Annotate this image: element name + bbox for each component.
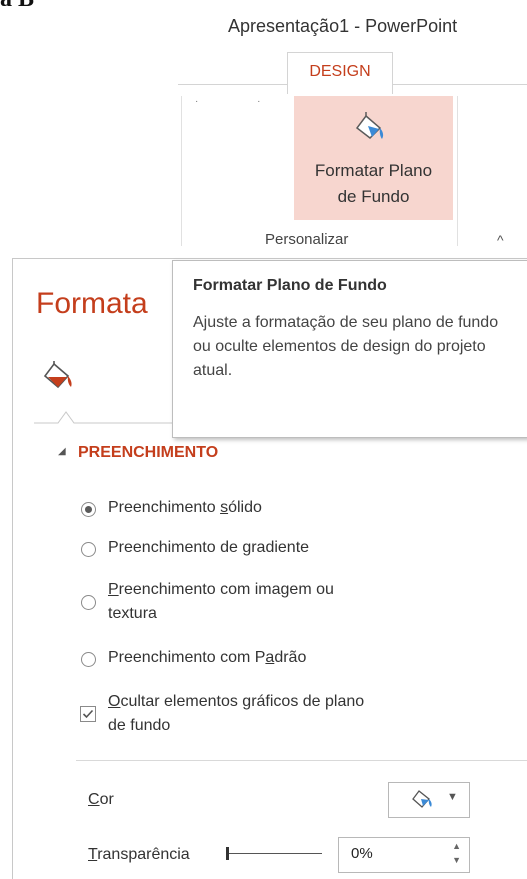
tooltip-body: Ajuste a formatação de seu plano de fund… <box>193 314 499 379</box>
color-label: Cor <box>88 791 114 808</box>
radio-pattern-fill-label[interactable]: Preenchimento com Padrão <box>108 646 306 670</box>
radio-picture-texture-fill[interactable] <box>81 595 96 610</box>
corner-text-fragment: a B <box>0 0 34 13</box>
collapse-triangle-icon[interactable]: ◢ <box>58 446 66 457</box>
ribbon-group-label: Personalizar <box>265 231 349 248</box>
pane-divider <box>76 760 527 761</box>
paint-bucket-icon <box>412 790 432 808</box>
spin-up-icon[interactable]: ▲ <box>452 841 461 851</box>
window-title: Apresentação1 - PowerPoint <box>228 16 458 36</box>
tooltip: Formatar Plano de Fundo Ajuste a formata… <box>172 260 527 438</box>
format-background-label-line1: Formatar Plano <box>314 161 433 180</box>
transparency-label: Transparência <box>88 846 190 863</box>
radio-pattern-fill[interactable] <box>81 652 96 667</box>
radio-solid-fill-label[interactable]: Preenchimento sólido <box>108 496 262 520</box>
checkmark-icon <box>82 709 94 719</box>
pane-title: Formata <box>36 287 148 320</box>
radio-gradient-fill[interactable] <box>81 542 96 557</box>
format-background-label-line2: de Fundo <box>337 187 410 206</box>
format-background-icon <box>355 112 384 139</box>
transparency-slider-thumb[interactable] <box>226 847 229 860</box>
collapse-ribbon-icon[interactable]: ^ <box>497 232 504 248</box>
transparency-spinbox[interactable]: 0% ▲ ▼ <box>338 837 470 873</box>
transparency-slider-track[interactable] <box>228 853 322 854</box>
radio-picture-texture-fill-label[interactable]: Preenchimento com imagem ou textura <box>108 578 334 626</box>
hide-background-graphics-label[interactable]: Ocultar elementos gráficos de plano de f… <box>108 690 364 738</box>
format-background-button[interactable]: Formatar Plano de Fundo <box>294 96 453 220</box>
hide-background-graphics-checkbox[interactable] <box>80 706 96 722</box>
chevron-down-icon: ▼ <box>447 791 458 803</box>
transparency-value[interactable]: 0% <box>351 845 373 862</box>
fill-color-dropdown[interactable]: ▼ <box>388 782 470 818</box>
ribbon-separator <box>181 96 182 246</box>
spin-down-icon[interactable]: ▼ <box>452 855 461 865</box>
fill-paint-bucket-icon[interactable] <box>42 360 76 394</box>
section-header-fill[interactable]: PREENCHIMENTO <box>78 444 218 462</box>
radio-gradient-fill-label[interactable]: Preenchimento de gradiente <box>108 536 309 560</box>
radio-solid-fill[interactable] <box>81 502 96 517</box>
tooltip-title: Formatar Plano de Fundo <box>193 277 387 294</box>
tab-design[interactable]: DESIGN <box>287 52 393 94</box>
ribbon-group-separator <box>457 96 458 246</box>
